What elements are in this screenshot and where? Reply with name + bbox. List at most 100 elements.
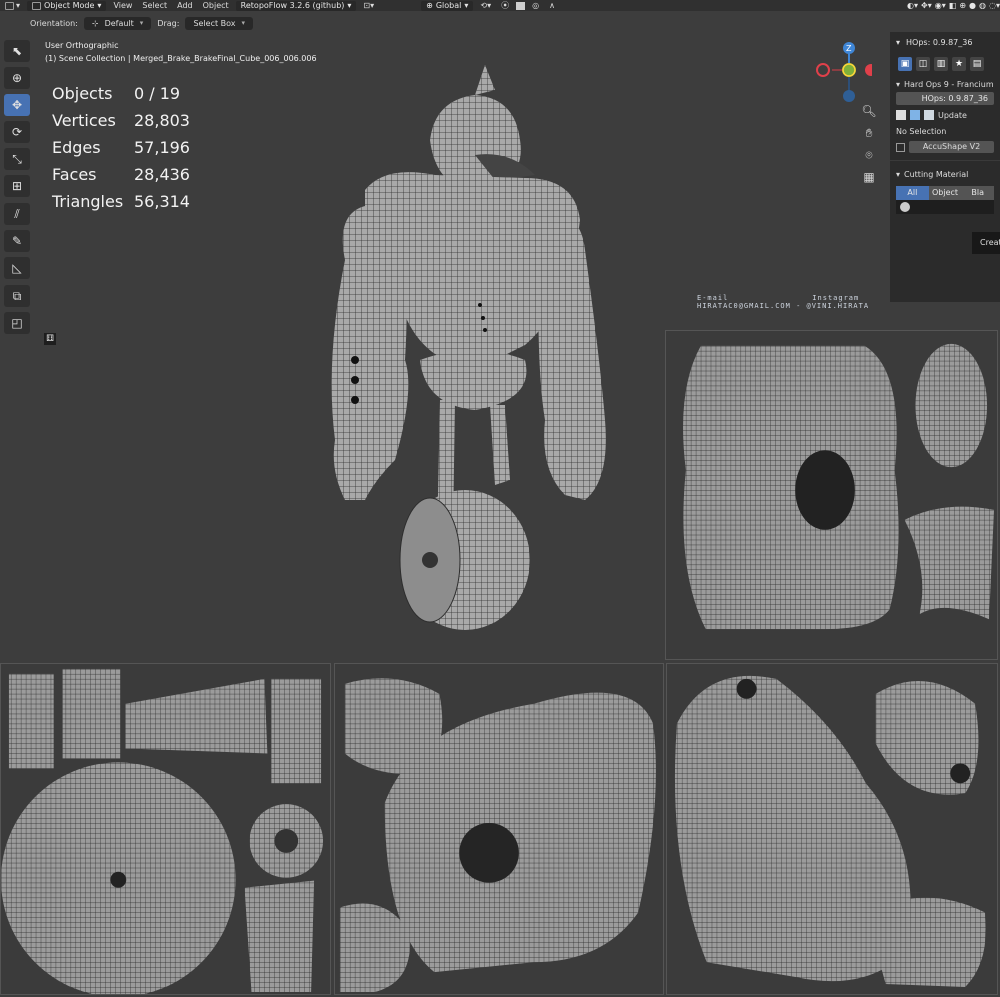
uv-wheel-center (110, 871, 127, 888)
ruler-icon: ◺ (12, 261, 22, 275)
menu-view[interactable]: View (108, 1, 137, 10)
stat-value: 28,436 (134, 165, 190, 184)
gizmo-toggle-icon[interactable]: ✥▾ (921, 1, 932, 10)
top-header-bar: ▾ Object Mode ▾ View Select Add Object Re… (0, 0, 1000, 11)
accushape-button[interactable]: AccuShape V2 (909, 141, 994, 153)
retopoflow-label: RetopoFlow 3.2.6 (github) (240, 1, 345, 10)
shading-rendered-icon[interactable]: ◌▾ (989, 1, 1000, 10)
menu-object[interactable]: Object (198, 1, 234, 10)
pan-hand-icon[interactable]: ✋︎ (858, 126, 880, 146)
selection-status: No Selection (896, 126, 947, 136)
select-tool-button[interactable]: ⬉ (4, 40, 30, 62)
camera-icon[interactable]: ⌾ (858, 148, 880, 168)
menu-add[interactable]: Add (172, 1, 198, 10)
cursor-tool-button[interactable]: ⊕ (4, 67, 30, 89)
visibility-icon[interactable]: ◐▾ (907, 1, 918, 10)
hops-mode-icon[interactable]: ▣ (898, 57, 912, 71)
tooltip: Creat (972, 232, 1000, 254)
uv-editor-pane-3[interactable] (334, 663, 664, 995)
menu-select[interactable]: Select (137, 1, 172, 10)
x-axis-dot (865, 64, 872, 76)
stat-row: Objects 0 / 19 (52, 80, 190, 107)
hops-tool-button[interactable]: ◰ (4, 312, 30, 334)
retopoflow-extra-icon[interactable]: ⊡▾ (358, 1, 379, 10)
material-slot[interactable] (896, 200, 994, 214)
shading-wire-icon[interactable]: ⊕ (959, 1, 966, 10)
material-filter-tabs: All Object Bla (896, 186, 995, 200)
stat-row: Vertices 28,803 (52, 107, 190, 134)
orientation-label: Orientation: (30, 18, 78, 28)
move-tool-button[interactable]: ✥ (4, 94, 30, 116)
triangle-icon[interactable] (910, 110, 920, 120)
transform-tool-button[interactable]: ⊞ (4, 175, 30, 197)
pivot-icon[interactable]: ⟲▾ (475, 1, 496, 10)
tab-bla[interactable]: Bla (961, 186, 995, 200)
measure-tool-button[interactable]: ◺ (4, 257, 30, 279)
left-arm (331, 205, 409, 500)
overlay-icon[interactable]: ◉▾ (935, 1, 946, 10)
star-icon[interactable]: ★ (952, 57, 966, 71)
uv-seam-dense (795, 450, 855, 530)
chevron-down-icon: ▾ (896, 169, 901, 179)
shading-material-icon[interactable]: ◍ (979, 1, 986, 10)
tab-all[interactable]: All (896, 186, 929, 200)
zoom-icon[interactable]: 🔍︎ (858, 104, 880, 124)
belly (420, 350, 527, 410)
hops-panel-title: HOps: 0.9.87_36 (906, 37, 973, 47)
draw-tool-button[interactable]: ✎ (4, 230, 30, 252)
dice-icon[interactable]: ⚅ (44, 333, 56, 345)
neg-x-axis-dot (816, 63, 830, 77)
checkbox-icon[interactable] (896, 110, 906, 120)
mode-dropdown[interactable]: Object Mode ▾ (27, 0, 107, 11)
scale-tool-button[interactable]: ⤡ (4, 148, 30, 170)
uv-editor-pane-4[interactable] (666, 663, 998, 995)
right-arm (538, 216, 606, 500)
stat-key: Objects (52, 84, 113, 103)
snap-icon[interactable]: ⦿ (496, 0, 514, 11)
hops-version-field[interactable]: HOps: 0.9.87_36 (896, 92, 994, 105)
uv-strip-2 (62, 668, 121, 759)
uv-strip-1 (8, 673, 54, 769)
update-label[interactable]: Update (938, 111, 967, 120)
stat-value: 28,803 (134, 111, 190, 130)
grid-view-icon[interactable]: ▦ (858, 170, 880, 190)
author-credits: E-mail Instagram HIRATAC0@GMAIL.COM - @VI… (697, 294, 869, 310)
stat-value: 56,314 (134, 192, 190, 211)
uv-island-d (865, 897, 986, 988)
hops-title-row[interactable]: ▾ Hard Ops 9 - Francium (890, 76, 1000, 92)
character-mesh[interactable] (325, 60, 625, 635)
hops-cube-icon[interactable]: ▥ (934, 57, 948, 71)
uv-strip-3 (125, 678, 268, 754)
editor-type-button[interactable]: ▾ (0, 1, 25, 10)
drag-dropdown[interactable]: Select Box ▾ (185, 16, 254, 30)
transform-orientation-dropdown[interactable]: ⊕ Global ▾ (421, 0, 474, 11)
navigation-gizmo[interactable]: Z (812, 38, 872, 104)
rotate-tool-button[interactable]: ⟳ (4, 121, 30, 143)
annotate-tool-button[interactable]: ⫽ (4, 203, 30, 225)
shading-solid-icon[interactable]: ● (969, 1, 976, 10)
hops-version-text: HOps: 0.9.87_36 (921, 94, 988, 103)
package-icon[interactable] (924, 110, 934, 120)
wheel-hub (422, 552, 438, 568)
viewport-info: User Orthographic (1) Scene Collection |… (45, 39, 317, 65)
stat-key: Edges (52, 138, 101, 157)
cutting-material-header[interactable]: ▾ Cutting Material (890, 166, 1000, 182)
proportional-edit-icon[interactable]: ◎ (527, 1, 544, 10)
stat-row: Faces 28,436 (52, 161, 190, 188)
uv-editor-pane-1[interactable] (665, 330, 998, 660)
hops-mesh-icon[interactable]: ◫ (916, 57, 930, 71)
tab-object[interactable]: Object (928, 186, 962, 200)
orientation-dropdown[interactable]: ⊹ Default ▾ (83, 16, 152, 30)
xray-icon[interactable]: ◧ (949, 1, 957, 10)
snap-target-icon[interactable] (516, 1, 526, 10)
uv-strip-5 (244, 880, 315, 993)
uv-editor-pane-2[interactable] (0, 663, 331, 995)
hops-tools-icon[interactable]: ▤ (970, 57, 984, 71)
view-name: User Orthographic (45, 41, 119, 50)
falloff-icon[interactable]: ∧ (544, 1, 560, 10)
add-cube-tool-button[interactable]: ⧉ (4, 285, 30, 307)
retopoflow-menu[interactable]: RetopoFlow 3.2.6 (github) ▾ (235, 0, 357, 11)
accushape-checkbox[interactable] (896, 142, 905, 152)
hops-panel-header[interactable]: ▾ HOps: 0.9.87_36 (890, 32, 1000, 52)
uv-pole-a (736, 678, 757, 699)
